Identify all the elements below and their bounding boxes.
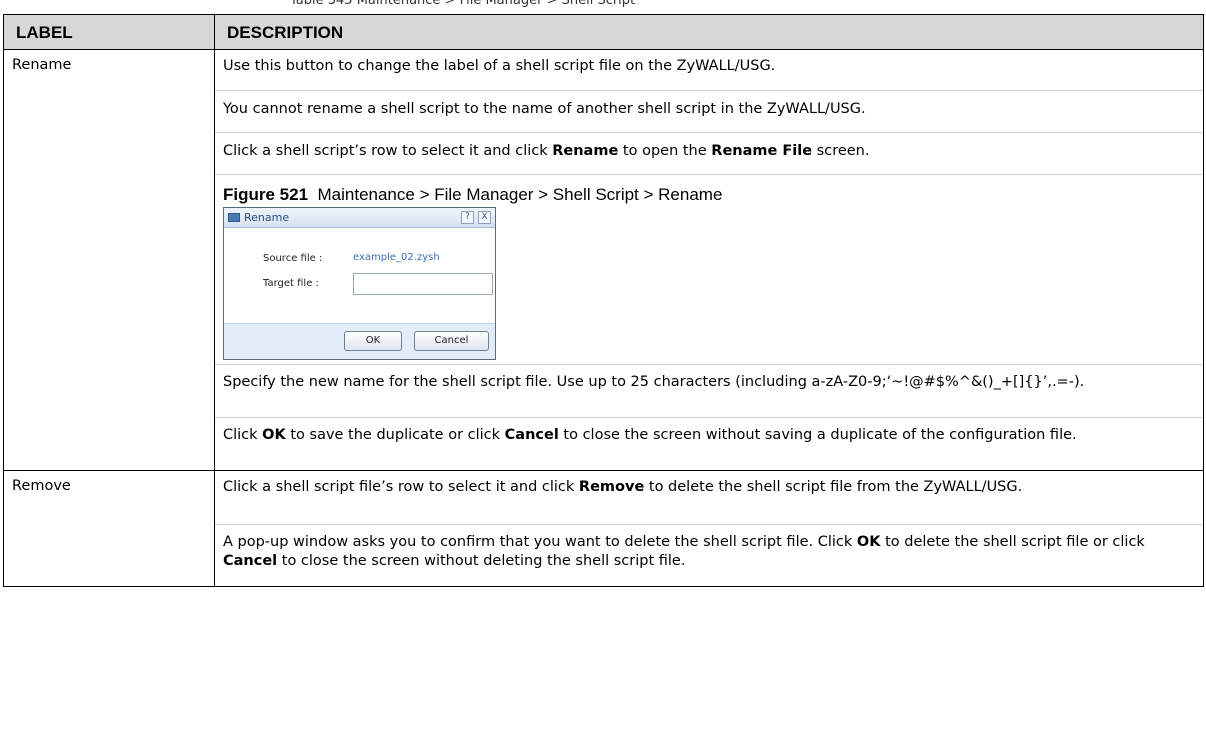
window-icon: [228, 213, 240, 222]
table-row: Rename Use this button to change the lab…: [3, 49, 1204, 471]
close-icon[interactable]: X: [478, 211, 491, 224]
row-label-remove: Remove: [3, 470, 215, 587]
dialog-footer: OK Cancel: [224, 323, 495, 359]
target-file-input[interactable]: [353, 273, 493, 295]
text-run-bold: OK: [856, 534, 881, 550]
cancel-button[interactable]: Cancel: [414, 331, 489, 351]
top-caption-strip: Table 345 Maintenance > File Manager > S…: [0, 0, 1206, 14]
text-run-bold: Cancel: [504, 427, 559, 443]
source-file-label: Source file :: [263, 253, 323, 264]
text-run-bold: Cancel: [223, 553, 278, 570]
text-run: Click a shell script file’s row to selec…: [223, 479, 579, 495]
text-run: A pop-up window asks you to confirm that…: [223, 534, 857, 550]
rename-paragraph-1: Use this button to change the label of a…: [223, 58, 776, 74]
text-run: to open the: [618, 143, 712, 159]
table-header-row: LABEL DESCRIPTION: [3, 14, 1204, 50]
text-run-bold: Rename: [552, 143, 619, 159]
header-description: DESCRIPTION: [214, 14, 1204, 50]
header-label: LABEL: [3, 14, 215, 50]
remove-paragraph-2: A pop-up window asks you to confirm that…: [223, 525, 1195, 586]
ok-button[interactable]: OK: [344, 331, 402, 351]
rename-paragraph-5: Click OK to save the duplicate or click …: [223, 418, 1195, 470]
text-run: to delete the shell script file from the…: [644, 479, 1023, 495]
figure-number: Figure 521: [223, 185, 309, 204]
row-description-remove: Click a shell script file’s row to selec…: [214, 470, 1204, 587]
text-run: screen.: [812, 143, 870, 159]
help-icon[interactable]: ?: [461, 211, 474, 224]
text-run: Click a shell script’s row to select it …: [223, 143, 553, 159]
table-row: Remove Click a shell script file’s row t…: [3, 470, 1204, 587]
target-file-label: Target file :: [263, 278, 319, 289]
rename-dialog-screenshot: Rename ? X Source file : example_02.zysh…: [223, 207, 496, 360]
text-run: to delete the shell script file or click: [880, 534, 1145, 550]
top-caption: Table 345 Maintenance > File Manager > S…: [290, 0, 636, 8]
text-run: to close the screen without deleting the…: [277, 553, 686, 570]
rename-paragraph-4: Specify the new name for the shell scrip…: [223, 374, 1085, 390]
row-description-rename: Use this button to change the label of a…: [214, 49, 1204, 471]
text-run-bold: Rename File: [711, 143, 813, 159]
source-file-value: example_02.zysh: [353, 252, 440, 263]
dialog-titlebar: Rename ? X: [224, 208, 495, 228]
remove-paragraph-1: Click a shell script file’s row to selec…: [223, 478, 1195, 524]
dialog-title: Rename: [244, 211, 290, 224]
rename-paragraph-3: Click a shell script’s row to select it …: [223, 133, 1195, 174]
text-run: to close the screen without saving a dup…: [558, 427, 1077, 443]
text-run-bold: OK: [262, 427, 286, 443]
text-run: to save the duplicate or click: [285, 427, 505, 443]
text-run-bold: Remove: [578, 479, 645, 495]
row-label-rename: Rename: [3, 49, 215, 471]
text-run: Click: [223, 427, 263, 443]
description-table: LABEL DESCRIPTION Rename Use this button…: [3, 14, 1204, 587]
rename-paragraph-2: You cannot rename a shell script to the …: [223, 101, 866, 117]
figure-title: Maintenance > File Manager > Shell Scrip…: [317, 185, 723, 204]
